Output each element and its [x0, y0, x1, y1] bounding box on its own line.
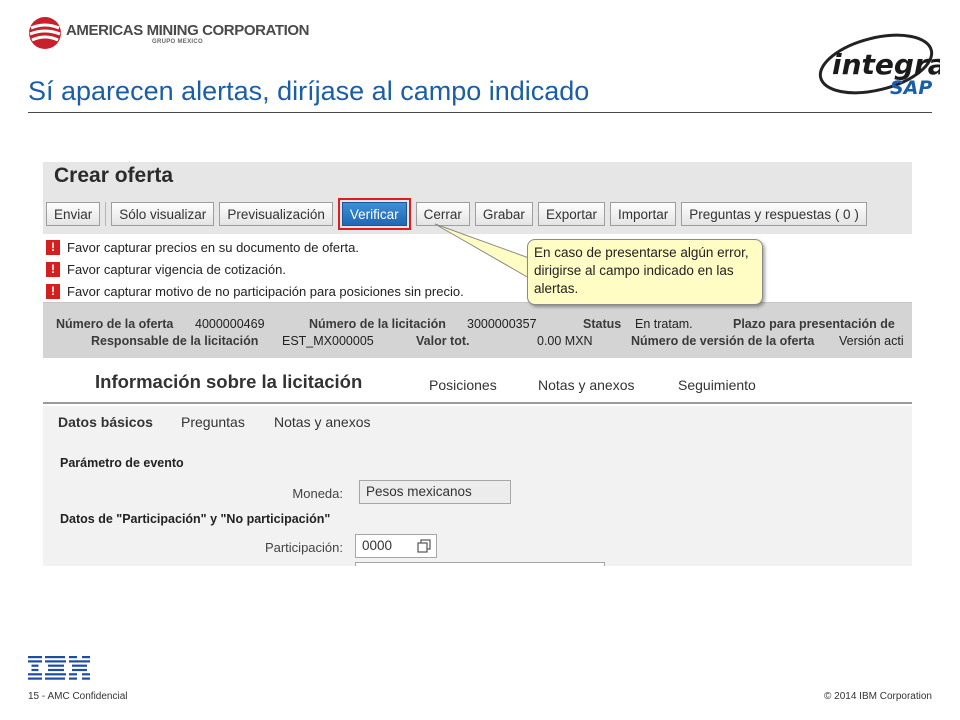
amc-globe-icon	[29, 17, 61, 49]
callout-tooltip: En caso de presentarse algún error, diri…	[527, 239, 763, 305]
moneda-label: Moneda:	[292, 486, 343, 501]
participacion-value: 0000	[362, 538, 393, 553]
main-tabs: Información sobre la licitación Posicion…	[43, 358, 912, 404]
tab-informacion-licitacion[interactable]: Información sobre la licitación	[95, 371, 362, 393]
offer-info-band: Número de la oferta 4000000469 Número de…	[43, 302, 912, 358]
copy-icon[interactable]	[417, 539, 431, 553]
ibm-logo	[28, 656, 90, 680]
solo-visualizar-button[interactable]: Sólo visualizar	[111, 202, 215, 226]
numero-licitacion-label: Número de la licitación	[309, 317, 446, 331]
section-parametro-evento: Parámetro de evento	[60, 456, 184, 470]
importar-button[interactable]: Importar	[609, 202, 677, 226]
alert-text[interactable]: Favor capturar motivo de no participació…	[67, 284, 464, 299]
subtab-notas-anexos[interactable]: Notas y anexos	[274, 414, 371, 430]
slide: AMERICAS MINING CORPORATION GRUPO MEXICO…	[0, 0, 960, 720]
company-subtitle: GRUPO MEXICO	[152, 39, 203, 45]
numero-licitacion-value: 3000000357	[467, 317, 537, 331]
tab-seguimiento[interactable]: Seguimiento	[678, 377, 756, 393]
participacion-label: Participación:	[264, 540, 343, 555]
preguntas-respuestas-button[interactable]: Preguntas y respuestas ( 0 )	[681, 202, 867, 226]
footer-page-info: 15 - AMC Confidencial	[28, 691, 128, 702]
alert-text[interactable]: Favor capturar vigencia de cotización.	[67, 262, 286, 277]
numero-oferta-label: Número de la oferta	[56, 317, 174, 331]
subtab-datos-basicos[interactable]: Datos básicos	[58, 414, 153, 430]
section-participacion: Datos de "Participación" y "No participa…	[60, 512, 331, 526]
slide-title: Sí aparecen alertas, diríjase al campo i…	[28, 76, 590, 106]
version-label: Número de versión de la oferta	[631, 334, 815, 348]
footer-copyright: © 2014 IBM Corporation	[824, 691, 932, 702]
error-icon: !	[46, 239, 60, 255]
page-header-band: Crear oferta Enviar Sólo visualizar Prev…	[43, 162, 912, 234]
amc-logo: AMERICAS MINING CORPORATION GRUPO MEXICO	[28, 16, 309, 50]
alert-message: ! Favor capturar precios en su documento…	[46, 236, 464, 258]
cerrar-button[interactable]: Cerrar	[415, 202, 470, 226]
toolbar: Enviar Sólo visualizar Previsualización …	[46, 198, 872, 230]
verificar-button[interactable]: Verificar	[337, 198, 411, 230]
tab-posiciones[interactable]: Posiciones	[429, 377, 497, 393]
enviar-button[interactable]: Enviar	[46, 202, 101, 226]
company-name: AMERICAS MINING CORPORATION	[66, 22, 310, 39]
alert-message: ! Favor capturar vigencia de cotización.	[46, 258, 464, 280]
previsualizacion-button[interactable]: Previsualización	[219, 202, 333, 226]
valor-total-label: Valor tot.	[416, 334, 470, 348]
responsable-value: EST_MX000005	[282, 334, 374, 348]
partial-field[interactable]	[355, 562, 605, 566]
subtab-preguntas[interactable]: Preguntas	[181, 414, 245, 430]
error-icon: !	[46, 283, 60, 299]
sub-tabs-content: Datos básicos Preguntas Notas y anexos P…	[43, 406, 912, 566]
tab-notas-anexos[interactable]: Notas y anexos	[538, 377, 635, 393]
moneda-field[interactable]: Pesos mexicanos	[359, 480, 511, 504]
error-icon: !	[46, 261, 60, 277]
plazo-label: Plazo para presentación de	[733, 317, 895, 331]
alert-text[interactable]: Favor capturar precios en su documento d…	[67, 240, 359, 255]
exportar-button[interactable]: Exportar	[537, 202, 605, 226]
alert-message: ! Favor capturar motivo de no participac…	[46, 280, 464, 302]
page-heading: Crear oferta	[54, 164, 174, 187]
title-divider	[28, 112, 932, 113]
status-label: Status	[583, 317, 622, 331]
toolbar-separator	[105, 202, 107, 226]
grabar-button[interactable]: Grabar	[474, 202, 533, 226]
responsable-label: Responsable de la licitación	[91, 334, 259, 348]
numero-oferta-value: 4000000469	[195, 317, 265, 331]
integra-sap-logo: integra SAP	[818, 33, 940, 99]
status-value: En tratam.	[635, 317, 693, 331]
valor-total-value: 0.00 MXN	[537, 334, 593, 348]
version-value: Versión acti	[839, 334, 904, 348]
sap-screenshot: Crear oferta Enviar Sólo visualizar Prev…	[43, 162, 912, 566]
svg-text:SAP: SAP	[890, 77, 932, 99]
alert-messages: ! Favor capturar precios en su documento…	[46, 236, 464, 302]
